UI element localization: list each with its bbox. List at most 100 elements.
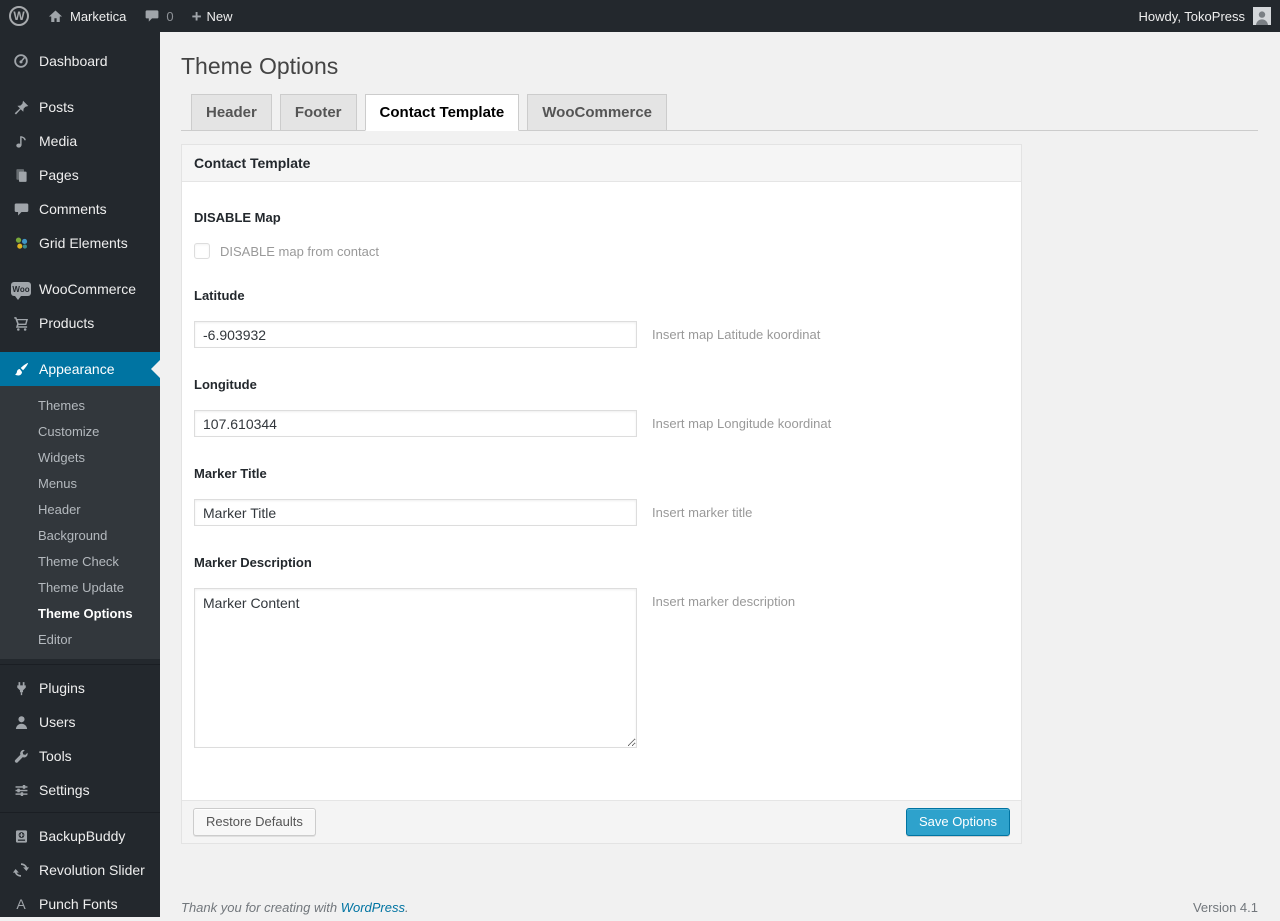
longitude-input[interactable] (194, 410, 637, 437)
sidebar-item-label: Grid Elements (39, 235, 128, 251)
main-content: Theme Options Header Footer Contact Temp… (160, 32, 1280, 917)
sidebar-item-label: Appearance (39, 361, 115, 377)
sidebar-item-label: Posts (39, 99, 75, 115)
sidebar-item-users[interactable]: Users (0, 705, 160, 739)
paintbrush-icon (11, 359, 31, 379)
wrench-icon (11, 746, 31, 766)
sidebar-item-label: WooCommerce (39, 281, 136, 297)
sidebar-item-tools[interactable]: Tools (0, 739, 160, 773)
sidebar-item-label: Media (39, 133, 78, 149)
page-title: Theme Options (181, 53, 339, 79)
submenu-item-header[interactable]: Header (0, 497, 160, 523)
letter-a-icon: A (16, 896, 26, 912)
sidebar-item-label: Dashboard (39, 53, 108, 69)
user-icon (11, 712, 31, 732)
dashboard-gauge-icon (11, 51, 31, 71)
sidebar-item-appearance[interactable]: Appearance (0, 352, 160, 386)
panel-body: DISABLE Map DISABLE map from contact Lat… (182, 182, 1021, 800)
submenu-item-theme-check[interactable]: Theme Check (0, 549, 160, 575)
submenu-item-themes[interactable]: Themes (0, 393, 160, 419)
plus-icon: + (191, 6, 202, 26)
submenu-item-menus[interactable]: Menus (0, 471, 160, 497)
comment-bubble-icon (11, 199, 31, 219)
submenu-item-editor[interactable]: Editor (0, 627, 160, 653)
sidebar-item-backupbuddy[interactable]: BackupBuddy (0, 819, 160, 853)
wordpress-link[interactable]: WordPress (341, 900, 405, 915)
submenu-item-theme-update[interactable]: Theme Update (0, 575, 160, 601)
longitude-label: Longitude (194, 377, 257, 392)
page-footer: Thank you for creating with WordPress. V… (181, 900, 1258, 915)
panel-footer: Restore Defaults Save Options (182, 800, 1021, 843)
marker-description-field-group: Marker Description Marker Content Insert… (194, 555, 1009, 748)
wordpress-logo-menu[interactable]: W (0, 0, 38, 32)
save-options-button[interactable]: Save Options (905, 808, 1010, 836)
sidebar-item-dashboard[interactable]: Dashboard (0, 44, 160, 78)
sidebar-item-posts[interactable]: Posts (0, 90, 160, 124)
submenu-item-background[interactable]: Background (0, 523, 160, 549)
marker-title-field-group: Marker Title Insert marker title (194, 466, 1009, 526)
marker-title-hint: Insert marker title (652, 505, 753, 520)
admin-bar-left: W Marketica 0 + New (0, 0, 242, 32)
site-name-label: Marketica (70, 8, 127, 24)
sidebar-item-label: Comments (39, 201, 107, 217)
tab-footer[interactable]: Footer (279, 94, 357, 131)
latitude-input[interactable] (194, 321, 637, 348)
footer-thanks-suffix: . (405, 900, 409, 915)
sidebar-item-label: Punch Fonts (39, 896, 118, 912)
sidebar-item-label: Users (39, 714, 76, 730)
sidebar-item-grid-elements[interactable]: Grid Elements (0, 226, 160, 260)
disable-map-row: DISABLE map from contact (194, 243, 1009, 259)
footer-thanks-text: Thank you for creating with WordPress. (181, 900, 409, 915)
marker-title-input[interactable] (194, 499, 637, 526)
appearance-submenu: Themes Customize Widgets Menus Header Ba… (0, 386, 160, 659)
latitude-row: Insert map Latitude koordinat (194, 321, 1009, 348)
disable-map-field-group: DISABLE Map DISABLE map from contact (194, 210, 1009, 259)
marker-description-textarea[interactable]: Marker Content (194, 588, 637, 748)
latitude-hint: Insert map Latitude koordinat (652, 327, 821, 342)
sidebar-item-comments[interactable]: Comments (0, 192, 160, 226)
pages-icon (11, 165, 31, 185)
sliders-icon (11, 780, 31, 800)
sidebar-item-label: BackupBuddy (39, 828, 126, 844)
longitude-field-group: Longitude Insert map Longitude koordinat (194, 377, 1009, 437)
menu-separator (0, 340, 160, 352)
woo-badge-icon: Woo (11, 279, 31, 300)
tab-header[interactable]: Header (191, 94, 272, 131)
submenu-item-widgets[interactable]: Widgets (0, 445, 160, 471)
sidebar-item-label: Products (39, 315, 95, 331)
new-content-menu[interactable]: + New (183, 0, 242, 32)
footer-thanks-prefix: Thank you for creating with (181, 900, 338, 915)
menu-separator (0, 260, 160, 272)
sidebar-item-woocommerce[interactable]: Woo WooCommerce (0, 272, 160, 306)
my-account-menu[interactable]: Howdy, TokoPress (1139, 0, 1280, 32)
sidebar-item-media[interactable]: Media (0, 124, 160, 158)
latitude-field-group: Latitude Insert map Latitude koordinat (194, 288, 1009, 348)
plug-icon (11, 678, 31, 698)
sidebar-item-punch-fonts[interactable]: A Punch Fonts (0, 887, 160, 921)
cart-icon (11, 313, 31, 333)
sidebar-item-plugins[interactable]: Plugins (0, 671, 160, 705)
comment-count-badge: 0 (166, 8, 174, 24)
latitude-label: Latitude (194, 288, 245, 303)
tab-contact-template[interactable]: Contact Template (364, 94, 520, 131)
comments-moderation-link[interactable]: 0 (135, 0, 182, 32)
sidebar-item-settings[interactable]: Settings (0, 773, 160, 807)
site-name-link[interactable]: Marketica (38, 0, 135, 32)
sidebar-item-label: Settings (39, 782, 90, 798)
avatar (1253, 7, 1271, 25)
sidebar-item-revolution-slider[interactable]: Revolution Slider (0, 853, 160, 887)
disable-map-checkbox[interactable] (194, 243, 210, 259)
marker-description-row: Marker Content Insert marker description (194, 588, 1009, 748)
sidebar-item-label: Plugins (39, 680, 85, 696)
sidebar-item-label: Tools (39, 748, 72, 764)
restore-defaults-button[interactable]: Restore Defaults (193, 808, 316, 836)
submenu-item-customize[interactable]: Customize (0, 419, 160, 445)
sidebar-item-products[interactable]: Products (0, 306, 160, 340)
version-label: Version 4.1 (1192, 900, 1258, 915)
sidebar-item-pages[interactable]: Pages (0, 158, 160, 192)
submenu-item-theme-options[interactable]: Theme Options (0, 601, 160, 627)
backup-drive-icon (11, 826, 31, 846)
tab-woocommerce[interactable]: WooCommerce (527, 94, 668, 131)
panel-title: Contact Template (182, 145, 1021, 182)
sidebar-item-label: Pages (39, 167, 79, 183)
